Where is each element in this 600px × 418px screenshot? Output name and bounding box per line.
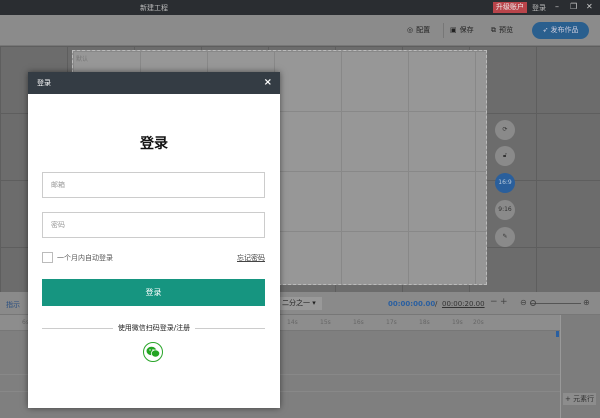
ratio-16-9-button[interactable]: 16:9 [495,173,515,193]
preview-icon: ⧉ [491,25,496,34]
rotate-icon[interactable]: ⟳ [495,120,515,140]
tick-label: 17s [386,319,397,326]
save-label: 保存 [459,26,474,34]
divider [443,23,444,38]
close-icon[interactable]: × [264,72,272,94]
chevron-down-icon: ▾ [312,299,316,307]
settings-button[interactable]: ◎ 配置 [407,25,430,35]
title-bar: 新建工程 升级账户 登录 – ❐ ✕ [0,0,600,15]
zoom-slider[interactable] [531,303,581,304]
close-icon[interactable]: ✕ [586,2,593,11]
zoom-select-value: 二分之一 [282,299,310,307]
zoom-slider-handle[interactable] [530,300,536,306]
stage-label: 默认 [76,56,89,63]
tick-label: 20s [473,319,484,326]
password-input[interactable]: 密码 [42,212,265,238]
dialog-title: 登录 [140,136,168,152]
login-dialog: 登录 × 登录 邮箱 密码 一个月内自动登录 忘记密码 登录 使用微信扫码登录/… [28,72,280,408]
publish-button[interactable]: ➶ 发布作品 [532,22,589,39]
window-title: 新建工程 [140,4,168,12]
current-time: 00:00:00.00 [388,300,436,308]
preview-button[interactable]: ⧉ 预览 [491,25,513,35]
wechat-login-text: 使用微信扫码登录/注册 [112,324,196,332]
zoom-select[interactable]: 二分之一 ▾ [280,297,322,310]
forgot-password-link[interactable]: 忘记密码 [237,253,265,263]
add-element-row-button[interactable]: + 元素行 [563,393,597,405]
tick-label: 14s [287,319,298,326]
rocket-icon: ➶ [542,26,549,34]
dialog-header: 登录 × [28,72,280,94]
settings-icon: ◎ [407,26,414,34]
email-input[interactable]: 邮箱 [42,172,265,198]
settings-label: 配置 [416,26,431,34]
restore-icon[interactable]: ❐ [570,2,577,11]
zoom-in-icon[interactable]: ⊕ [583,298,590,307]
edit-icon[interactable]: ✎ [495,227,515,247]
wechat-login-text-wrap: 使用微信扫码登录/注册 [28,323,280,333]
tick-label: 15s [320,319,331,326]
login-button[interactable]: 登录 [42,279,265,306]
zoom-out-icon[interactable]: ⊖ [520,298,527,307]
time-separator: / [435,300,438,308]
toolbar: ◎ 配置 ▣ 保存 ⧉ 预览 ➶ 发布作品 [0,15,600,46]
tick-label: 16s [353,319,364,326]
plus-icon[interactable]: + [500,297,508,307]
total-time[interactable]: 00:00:20.00 [442,300,485,308]
minimize-icon[interactable]: – [555,2,559,11]
publish-label: 发布作品 [550,26,579,34]
tick-label: 18s [419,319,430,326]
indicator-label[interactable]: 指示 [6,300,20,310]
upgrade-button[interactable]: 升级账户 [493,2,527,13]
tick-label: 19s [452,319,463,326]
unlock-icon[interactable]: 🔓︎ [495,146,515,166]
login-link[interactable]: 登录 [532,3,546,13]
dialog-header-title: 登录 [37,79,51,87]
save-button[interactable]: ▣ 保存 [450,25,474,35]
minus-icon[interactable]: − [490,297,498,307]
ratio-9-16-button[interactable]: 9:16 [495,200,515,220]
wechat-icon[interactable] [143,342,163,362]
preview-label: 预览 [499,26,513,34]
save-icon: ▣ [450,26,457,34]
remember-checkbox[interactable] [42,252,53,263]
remember-label[interactable]: 一个月内自动登录 [57,253,113,263]
playhead[interactable] [556,331,559,337]
